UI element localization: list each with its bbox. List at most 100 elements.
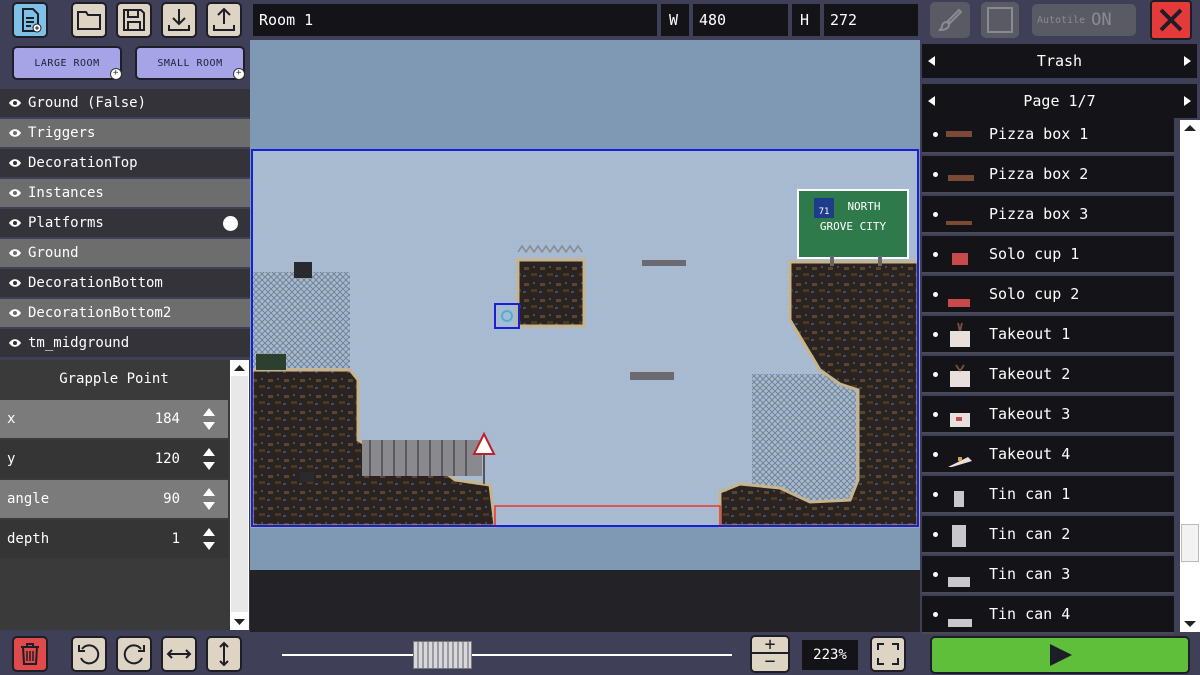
export-button[interactable] — [206, 2, 242, 38]
rotate-left-button[interactable] — [71, 636, 107, 672]
close-button[interactable] — [1150, 0, 1192, 40]
property-value[interactable]: 90 — [163, 491, 180, 507]
layer-row[interactable]: tm_midground — [0, 329, 250, 357]
play-button[interactable] — [930, 636, 1190, 674]
palette-item[interactable]: Tin can 2 — [922, 516, 1174, 554]
room-name-field[interactable]: Room 1 — [253, 4, 657, 36]
property-row[interactable]: depth 1 — [0, 520, 228, 558]
new-file-button[interactable] — [12, 2, 48, 38]
palette-item[interactable]: Tin can 4 — [922, 596, 1174, 634]
eye-icon[interactable] — [8, 218, 22, 228]
scroll-down-icon[interactable] — [1180, 618, 1200, 630]
fit-view-button[interactable] — [870, 636, 906, 672]
scroll-up-icon[interactable] — [1180, 122, 1200, 134]
stepper-arrows-icon[interactable] — [202, 445, 216, 473]
stepper-arrows-icon[interactable] — [202, 525, 216, 553]
canvas-scroll-thumb[interactable] — [413, 641, 472, 669]
palette-item[interactable]: Solo cup 1 — [922, 236, 1174, 274]
small-room-button[interactable]: SMALL ROOM + — [135, 46, 245, 80]
room-width: 480 — [699, 11, 726, 29]
zoom-level: 223% — [802, 640, 858, 670]
height-label-box: H — [792, 4, 820, 36]
layer-name: Triggers — [28, 125, 95, 141]
layer-row[interactable]: Triggers — [0, 119, 250, 147]
level-canvas[interactable]: 71 NORTH GROVE CITY — [250, 40, 920, 570]
palette-item[interactable]: Takeout 4 — [922, 436, 1174, 474]
palette-scrollbar[interactable] — [1180, 120, 1200, 632]
category-selector[interactable]: Trash — [922, 44, 1197, 78]
palette-item[interactable]: Pizza box 1 — [922, 116, 1174, 154]
palette-item[interactable]: Pizza box 3 — [922, 196, 1174, 234]
room-height-field[interactable]: 272 — [824, 4, 918, 36]
eye-icon[interactable] — [8, 308, 22, 318]
inspector-scrollbar[interactable] — [230, 360, 249, 630]
flip-vertical-button[interactable] — [206, 636, 242, 672]
bullet-icon — [933, 292, 938, 297]
property-value[interactable]: 1 — [172, 531, 180, 547]
eye-icon[interactable] — [8, 278, 22, 288]
palette-item[interactable]: Takeout 3 — [922, 396, 1174, 434]
page-selector[interactable]: Page 1/7 — [922, 84, 1197, 118]
layer-row[interactable]: Instances — [0, 179, 250, 207]
pizza-box-icon — [944, 119, 976, 149]
palette-item[interactable]: Takeout 2 — [922, 356, 1174, 394]
layer-row[interactable]: DecorationBottom2 — [0, 299, 250, 327]
scroll-thumb[interactable] — [231, 376, 248, 612]
brush-tool-button[interactable] — [930, 2, 970, 38]
palette-item[interactable]: Pizza box 2 — [922, 156, 1174, 194]
stepper-arrows-icon[interactable] — [202, 485, 216, 513]
eye-icon[interactable] — [8, 188, 22, 198]
layer-name: tm_midground — [28, 335, 129, 351]
layer-row-selected[interactable]: Platforms — [0, 209, 250, 237]
layer-name: DecorationBottom2 — [28, 305, 171, 321]
autotile-toggle[interactable]: Autotile ON — [1032, 4, 1136, 36]
delete-button[interactable] — [12, 636, 48, 672]
rect-tool-button[interactable] — [981, 2, 1019, 38]
property-row[interactable]: angle 90 — [0, 480, 228, 518]
page-indicator: Page 1/7 — [1023, 92, 1095, 110]
palette-item[interactable]: Tin can 1 — [922, 476, 1174, 514]
palette-item-label: Pizza box 3 — [989, 205, 1088, 223]
download-icon — [166, 7, 192, 33]
stepper-arrows-icon[interactable] — [202, 405, 216, 433]
level-map[interactable]: 71 NORTH GROVE CITY — [250, 40, 920, 570]
layer-row[interactable]: DecorationTop — [0, 149, 250, 177]
eye-icon[interactable] — [8, 98, 22, 108]
rotate-right-button[interactable] — [116, 636, 152, 672]
large-room-button[interactable]: LARGE ROOM + — [12, 46, 122, 80]
palette-item[interactable]: Tin can 3 — [922, 556, 1174, 594]
open-button[interactable] — [71, 2, 107, 38]
chevron-right-icon[interactable] — [1181, 95, 1193, 107]
layer-row[interactable]: DecorationBottom — [0, 269, 250, 297]
zoom-out-button[interactable]: − — [752, 654, 788, 671]
large-room-label: LARGE ROOM — [34, 58, 99, 69]
solo-cup-icon — [944, 239, 976, 269]
room-width-field[interactable]: 480 — [693, 4, 788, 36]
chevron-left-icon[interactable] — [926, 55, 938, 67]
palette-item-label: Tin can 4 — [989, 605, 1070, 623]
eye-icon[interactable] — [8, 158, 22, 168]
property-value[interactable]: 184 — [155, 411, 180, 427]
save-button[interactable] — [116, 2, 152, 38]
trash-icon — [17, 641, 43, 667]
palette-item[interactable]: Takeout 1 — [922, 316, 1174, 354]
scroll-up-icon[interactable] — [230, 362, 249, 374]
play-icon — [1046, 642, 1074, 668]
bullet-icon — [933, 252, 938, 257]
property-value[interactable]: 120 — [155, 451, 180, 467]
flip-horizontal-button[interactable] — [161, 636, 197, 672]
property-row[interactable]: x 184 — [0, 400, 228, 438]
layer-row[interactable]: Ground (False) — [0, 89, 250, 117]
scroll-down-icon[interactable] — [230, 616, 249, 628]
chevron-right-icon[interactable] — [1181, 55, 1193, 67]
canvas-scroll-track[interactable] — [282, 654, 732, 656]
eye-icon[interactable] — [8, 338, 22, 348]
property-row[interactable]: y 120 — [0, 440, 228, 478]
import-button[interactable] — [161, 2, 197, 38]
eye-icon[interactable] — [8, 128, 22, 138]
palette-item[interactable]: Solo cup 2 — [922, 276, 1174, 314]
layer-row[interactable]: Ground — [0, 239, 250, 267]
scroll-thumb[interactable] — [1181, 524, 1199, 562]
chevron-left-icon[interactable] — [926, 95, 938, 107]
eye-icon[interactable] — [8, 248, 22, 258]
